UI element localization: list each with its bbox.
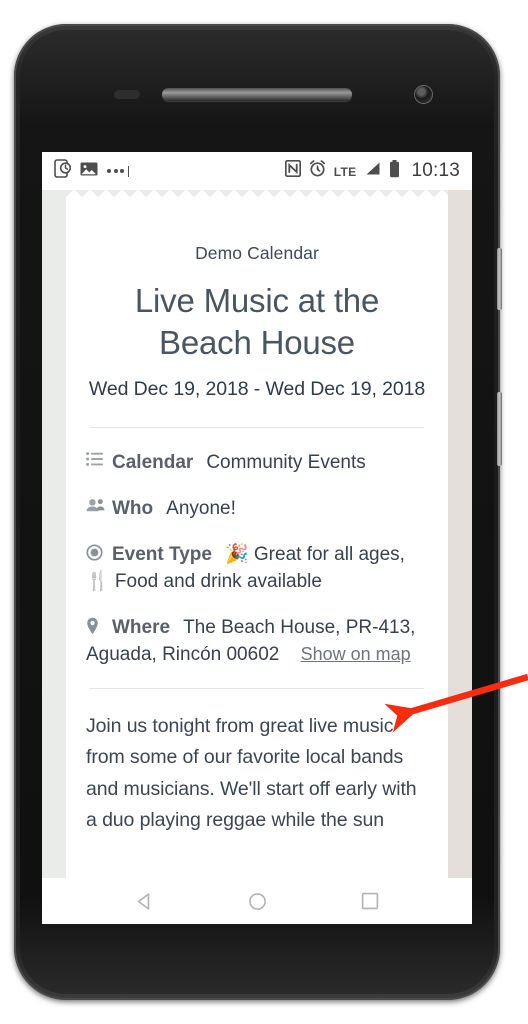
browser-viewport: Demo Calendar Live Music at the Beach Ho…	[42, 190, 472, 924]
signal-icon	[364, 161, 381, 181]
front-camera-icon	[415, 86, 432, 103]
detail-row-where: Where The Beach House, PR-413, Aguada, R…	[86, 615, 428, 669]
detail-label-who: Who	[112, 497, 154, 519]
event-card: Demo Calendar Live Music at the Beach Ho…	[66, 190, 448, 924]
calendar-name: Demo Calendar	[195, 243, 319, 263]
battery-icon	[389, 159, 400, 183]
circle-dot-icon	[86, 542, 112, 561]
detail-row-event-type: Event Type 🎉 Great for all ages, 🍴 Food …	[86, 542, 428, 596]
status-bar-notifications	[54, 159, 129, 183]
recents-button[interactable]	[360, 891, 380, 911]
detail-value-calendar: Community Events	[206, 451, 366, 473]
torn-paper-edge	[66, 190, 448, 203]
detail-value-where-line1: The Beach House, PR-413,	[183, 616, 416, 638]
detail-label-event-type: Event Type	[112, 543, 212, 565]
event-dates: Wed Dec 19, 2018 - Wed Dec 19, 2018	[88, 377, 426, 400]
detail-value-where-line2: Aguada, Rincón 00602	[86, 643, 280, 665]
more-notifications-icon	[107, 165, 129, 177]
screen-timer-icon	[54, 159, 72, 183]
network-type-label: LTE	[333, 164, 357, 179]
detail-value-where-line2-wrap: Aguada, Rincón 00602 Show on map	[86, 642, 428, 669]
android-navigation-bar	[42, 878, 472, 924]
detail-label-where: Where	[112, 616, 171, 638]
detail-value-who: Anyone!	[166, 497, 236, 519]
earpiece-speaker-icon	[162, 88, 352, 101]
status-bar: LTE 10:13	[42, 152, 472, 190]
power-button[interactable]	[497, 248, 502, 310]
alarm-icon	[309, 160, 326, 182]
list-icon	[86, 450, 112, 466]
status-bar-clock: 10:13	[411, 160, 460, 181]
status-bar-system: LTE 10:13	[284, 159, 460, 183]
detail-row-calendar: Calendar Community Events	[86, 450, 428, 477]
detail-row-who: Who Anyone!	[86, 496, 428, 523]
map-pin-icon	[86, 615, 112, 635]
phone-screen: LTE 10:13 Demo Calendar Live Music at th…	[42, 152, 472, 924]
event-description: Join us tonight from great live music fr…	[86, 714, 417, 832]
detail-label-calendar: Calendar	[112, 451, 194, 473]
show-on-map-link[interactable]: Show on map	[301, 644, 411, 664]
page-title: Live Music at the Beach House	[134, 282, 380, 361]
proximity-sensor-icon	[114, 90, 140, 99]
detail-value-event-type-line1: 🎉 Great for all ages,	[224, 543, 405, 565]
event-details: Calendar Community Events Who Anyone! Ev…	[86, 450, 428, 669]
nfc-icon	[284, 159, 301, 182]
home-button[interactable]	[247, 891, 268, 912]
detail-value-event-type-line2: 🍴 Food and drink available	[86, 570, 322, 592]
screenshot-root: LTE 10:13 Demo Calendar Live Music at th…	[0, 0, 528, 1024]
people-icon	[86, 496, 112, 512]
image-icon	[80, 161, 98, 182]
back-button[interactable]	[134, 891, 155, 912]
divider-top	[90, 426, 424, 428]
volume-button[interactable]	[497, 392, 502, 466]
divider-bottom	[90, 687, 424, 689]
